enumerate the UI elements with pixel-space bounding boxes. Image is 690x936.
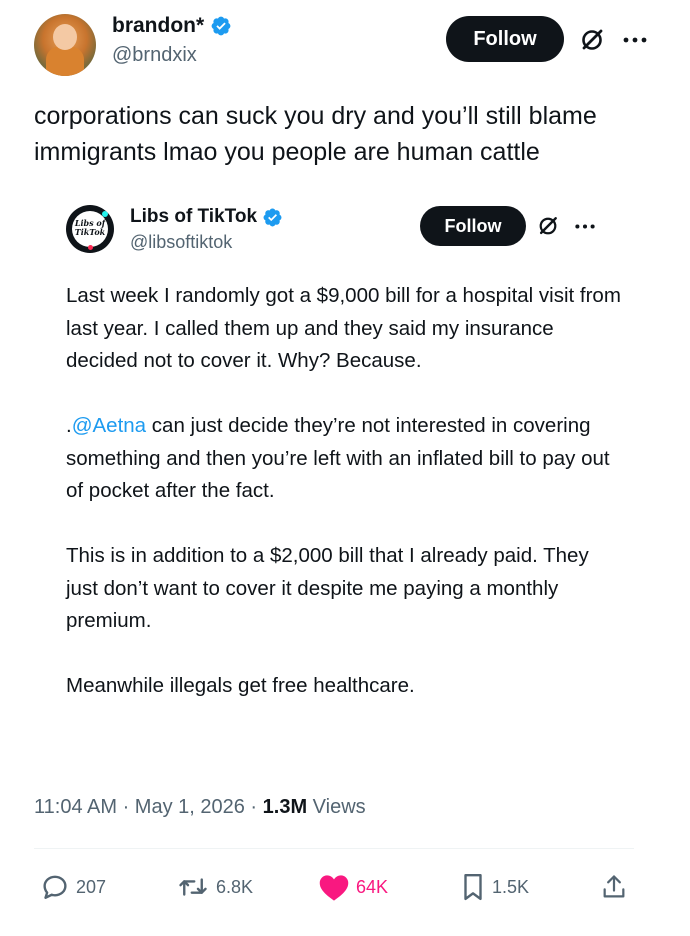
- grok-icon[interactable]: [576, 24, 608, 56]
- quoted-author-name[interactable]: Libs of TikTok: [130, 206, 257, 228]
- more-icon[interactable]: [618, 24, 652, 56]
- repost-count: 6.8K: [216, 876, 254, 897]
- verified-badge-icon: [211, 16, 231, 36]
- views-count: 1.3M: [262, 796, 308, 818]
- timestamp[interactable]: 11:04 AM · May 1, 2026 ·: [34, 796, 263, 818]
- author-handle[interactable]: @brndxix: [112, 44, 232, 67]
- reply-icon: [43, 875, 67, 899]
- quoted-paragraph: Meanwhile illegals get free healthcare.: [66, 674, 415, 697]
- author-name[interactable]: brandon*: [112, 14, 204, 38]
- bookmark-icon: [464, 873, 482, 901]
- repost-icon: [179, 878, 207, 896]
- quoted-paragraph: .@Aetna can just decide they’re not inte…: [66, 410, 626, 508]
- repost-button[interactable]: 6.8K: [176, 872, 253, 902]
- author-avatar[interactable]: [34, 14, 96, 76]
- quoted-paragraph: Last week I randomly got a $9,000 bill f…: [66, 284, 621, 372]
- tweet-text: corporations can suck you dry and you’ll…: [34, 98, 664, 170]
- reply-button[interactable]: 207: [40, 872, 106, 902]
- follow-button[interactable]: Follow: [446, 16, 564, 62]
- tweet-meta: 11:04 AM · May 1, 2026 · 1.3M Views: [34, 796, 366, 819]
- bookmark-button[interactable]: 1.5K: [460, 872, 529, 902]
- quoted-author-info[interactable]: Libs of TikTok @libsoftiktok: [130, 206, 283, 253]
- like-button[interactable]: 64K: [318, 872, 388, 902]
- quoted-author-name-row[interactable]: Libs of TikTok: [130, 206, 283, 228]
- share-button[interactable]: [600, 872, 628, 902]
- tweet-text-line: corporations can suck you dry and you’ll…: [34, 102, 597, 130]
- quoted-author-handle[interactable]: @libsoftiktok: [130, 232, 283, 253]
- tweet-text-line: immigrants lmao you people are human cat…: [34, 138, 540, 166]
- quoted-tweet-text: Last week I randomly got a $9,000 bill f…: [66, 280, 626, 735]
- quoted-paragraph: This is in addition to a $2,000 bill tha…: [66, 544, 589, 632]
- author-name-row[interactable]: brandon*: [112, 14, 232, 38]
- author-info[interactable]: brandon* @brndxix: [112, 14, 232, 67]
- like-count: 64K: [356, 876, 389, 897]
- share-icon: [603, 875, 625, 898]
- views-label: Views: [307, 796, 366, 818]
- divider: [34, 848, 634, 849]
- bookmark-count: 1.5K: [492, 876, 530, 897]
- more-icon[interactable]: [570, 212, 600, 240]
- quoted-paragraph-rest: can just decide they’re not interested i…: [66, 414, 610, 502]
- quoted-follow-button[interactable]: Follow: [420, 206, 526, 246]
- like-icon: [319, 875, 349, 901]
- avatar-logo-text: TikTok: [74, 227, 106, 237]
- reply-count: 207: [76, 876, 107, 897]
- mention-link[interactable]: @Aetna: [72, 414, 146, 437]
- grok-icon[interactable]: [534, 212, 562, 240]
- verified-badge-icon: [263, 208, 282, 226]
- quoted-author-avatar[interactable]: Libs of TikTok: [66, 205, 114, 253]
